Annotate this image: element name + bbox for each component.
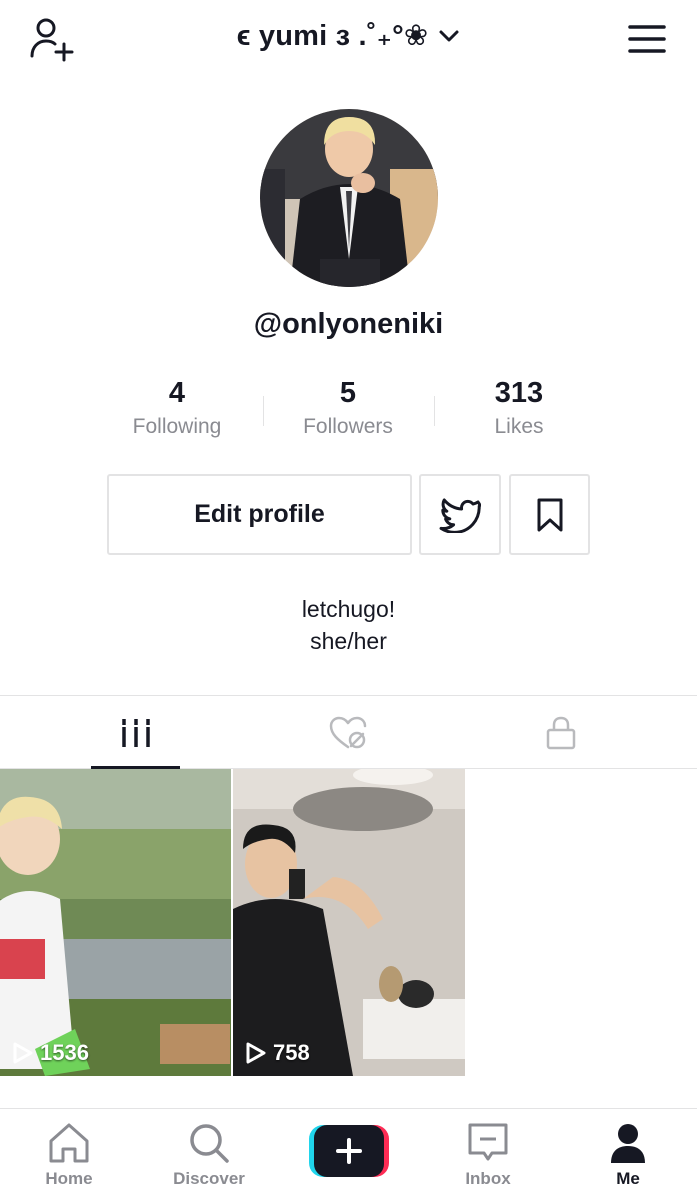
nav-inbox-label: Inbox: [465, 1169, 511, 1188]
following-label: Following: [132, 415, 222, 438]
stat-likes[interactable]: 313 Likes: [434, 374, 604, 442]
tab-liked[interactable]: [232, 696, 464, 769]
profile-stats: 4 Following 5 Followers 313 Likes: [0, 374, 697, 444]
bookmark-icon: [537, 498, 562, 531]
inbox-icon: [468, 1123, 508, 1161]
search-icon: [190, 1124, 229, 1163]
bottom-nav: Home Discover Inbox Me: [0, 1108, 697, 1200]
nav-discover-label: Discover: [173, 1169, 245, 1188]
view-count: 1536: [12, 1040, 89, 1066]
followers-count: 5: [339, 377, 357, 409]
play-icon: [13, 1042, 33, 1064]
lock-icon: [546, 716, 576, 749]
likes-label: Likes: [494, 415, 544, 438]
view-count-value: 758: [273, 1040, 310, 1065]
profile-icon: [611, 1124, 645, 1163]
home-icon: [49, 1123, 89, 1163]
nav-home-label: Home: [45, 1169, 93, 1188]
liked-hidden-icon: [329, 716, 367, 748]
view-count-value: 1536: [40, 1040, 89, 1065]
bio-line: she/her: [310, 628, 387, 654]
video-grid: 1536 758: [0, 769, 697, 1076]
nav-home[interactable]: Home: [4, 1109, 134, 1200]
content-tabs: [0, 695, 697, 769]
top-bar: ϵ yumi з .˚₊°❀: [0, 0, 697, 80]
followers-label: Followers: [303, 415, 393, 438]
edit-profile-button[interactable]: Edit profile: [107, 474, 412, 555]
account-switcher[interactable]: ϵ yumi з .˚₊°❀: [0, 18, 697, 53]
account-name: ϵ yumi з .˚₊°❀: [236, 20, 429, 52]
nav-inbox[interactable]: Inbox: [423, 1109, 553, 1200]
twitter-icon: [439, 498, 481, 533]
videos-grid-icon: [121, 718, 151, 747]
nav-me[interactable]: Me: [563, 1109, 693, 1200]
play-icon: [246, 1042, 266, 1064]
stat-followers[interactable]: 5 Followers: [263, 374, 433, 442]
favorites-button[interactable]: [509, 474, 590, 555]
nav-me-label: Me: [616, 1169, 640, 1188]
likes-count: 313: [494, 377, 544, 409]
avatar[interactable]: [260, 109, 438, 287]
view-count: 758: [245, 1040, 310, 1066]
create-plus-icon[interactable]: [309, 1125, 389, 1177]
video-thumbnail[interactable]: 1536: [0, 769, 231, 1076]
nav-discover[interactable]: Discover: [144, 1109, 274, 1200]
following-count: 4: [168, 377, 186, 409]
chevron-down-icon: [439, 30, 459, 41]
stat-following[interactable]: 4 Following: [92, 374, 262, 442]
tab-videos[interactable]: [20, 696, 252, 769]
tab-private[interactable]: [445, 696, 677, 769]
twitter-button[interactable]: [419, 474, 501, 555]
hamburger-menu-icon[interactable]: [627, 22, 667, 56]
bio-line: letchugo!: [301, 596, 396, 622]
username: @onlyoneniki: [253, 308, 444, 340]
bio: letchugo! she/her: [0, 593, 697, 657]
video-thumbnail[interactable]: 758: [233, 769, 465, 1076]
